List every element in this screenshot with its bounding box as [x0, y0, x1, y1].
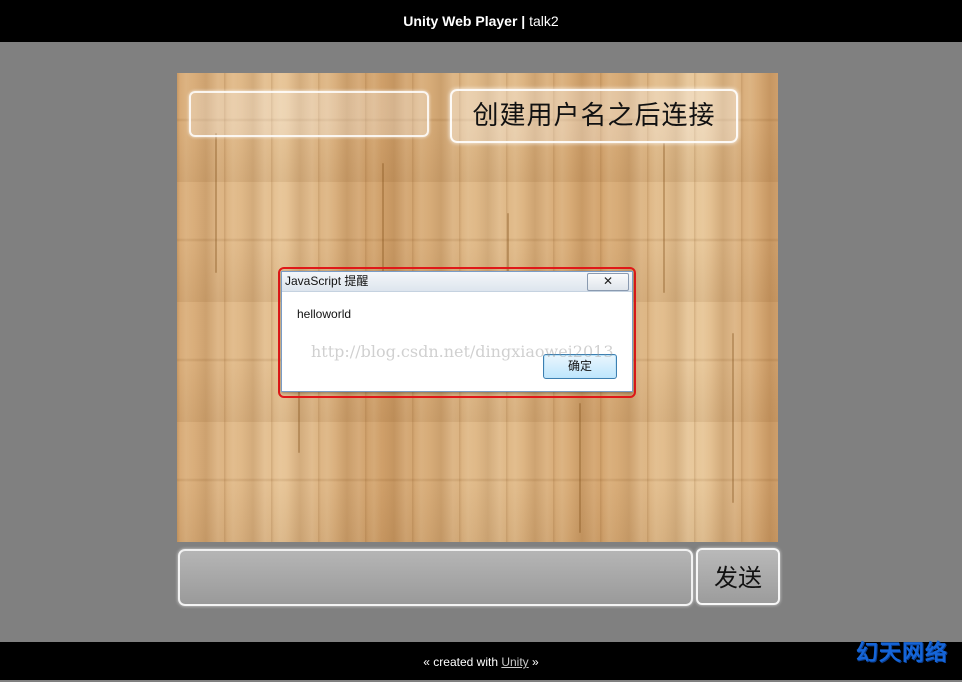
username-input[interactable]	[189, 91, 429, 137]
close-icon[interactable]: ✕	[587, 273, 629, 291]
page-subtitle: talk2	[525, 13, 559, 29]
dialog-title: JavaScript 提醒	[285, 274, 369, 288]
wood-grain	[732, 333, 734, 503]
wood-grain	[215, 133, 217, 273]
wood-grain	[663, 143, 665, 293]
footer-suffix: »	[528, 655, 539, 669]
javascript-alert-dialog: JavaScript 提醒 ✕ helloworld 确定	[281, 271, 633, 392]
dialog-message: helloworld	[297, 307, 352, 321]
blog-watermark: http://blog.csdn.net/dingxiaowei2013	[311, 342, 614, 361]
wood-grain	[382, 163, 384, 273]
unity-link[interactable]: Unity	[501, 655, 528, 669]
corner-logo: 幻天网络	[855, 641, 948, 666]
chat-message-input[interactable]	[178, 549, 693, 606]
page-footer: « created with Unity »	[0, 642, 962, 680]
dialog-titlebar: JavaScript 提醒 ✕	[282, 272, 632, 292]
page-title: Unity Web Player |	[403, 13, 526, 29]
browser-header: Unity Web Player | talk2	[0, 0, 962, 42]
wood-grain	[579, 403, 581, 533]
send-button[interactable]: 发送	[696, 548, 780, 605]
footer-prefix: « created with	[423, 655, 502, 669]
connect-button[interactable]: 创建用户名之后连接	[450, 89, 738, 143]
